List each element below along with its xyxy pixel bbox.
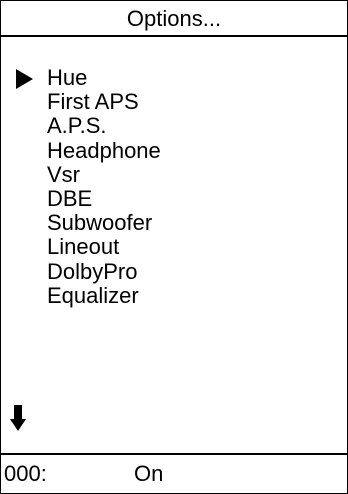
menu-item-vsr[interactable]: Vsr: [1, 161, 347, 187]
menu-item-subwoofer[interactable]: Subwoofer: [1, 211, 347, 235]
options-screen: Options... Hue First APS A.P.S. Headphon…: [0, 0, 348, 494]
menu-item-label: Hue: [47, 65, 88, 90]
menu-item-dolbypro[interactable]: DolbyPro: [1, 258, 347, 284]
menu-item-hue[interactable]: Hue: [1, 66, 347, 90]
menu-item-label: DolbyPro: [47, 258, 138, 284]
menu-item-label: A.P.S.: [47, 113, 107, 139]
status-value: On: [134, 461, 164, 486]
options-menu: Hue First APS A.P.S. Headphone Vsr DBE S…: [1, 66, 347, 308]
title-bar: Options...: [1, 1, 347, 37]
menu-item-equalizer[interactable]: Equalizer: [1, 282, 347, 308]
menu-item-lineout[interactable]: Lineout: [1, 235, 347, 259]
menu-item-headphone[interactable]: Headphone: [1, 137, 347, 163]
menu-item-first-aps[interactable]: First APS: [1, 90, 347, 114]
menu-item-label: Subwoofer: [47, 210, 153, 236]
menu-item-label: First APS: [47, 89, 139, 115]
status-index: 000:: [4, 461, 47, 486]
menu-item-label: Headphone: [47, 137, 161, 163]
menu-item-label: Equalizer: [47, 282, 139, 308]
arrow-down-icon[interactable]: [10, 405, 26, 431]
status-bar: 000: On: [1, 453, 347, 493]
triangle-right-icon: [16, 69, 33, 89]
menu-item-aps[interactable]: A.P.S.: [1, 114, 347, 138]
menu-item-label: DBE: [47, 185, 93, 211]
menu-item-label: Lineout: [47, 234, 120, 260]
page-title: Options...: [126, 6, 222, 31]
menu-item-label: Vsr: [47, 161, 80, 187]
menu-item-dbe[interactable]: DBE: [1, 185, 347, 211]
